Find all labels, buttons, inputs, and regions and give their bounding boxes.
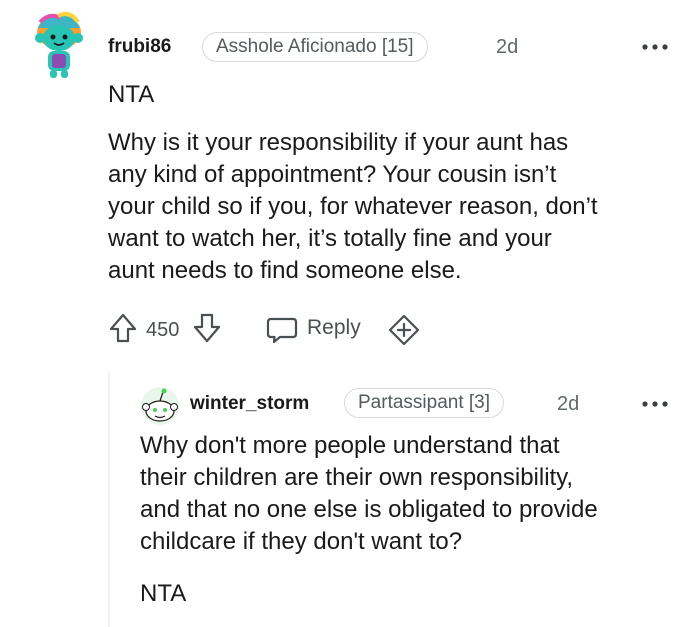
avatar[interactable]: [140, 386, 180, 426]
comment-body-line: childcare if they don't want to?: [140, 528, 463, 555]
avatar[interactable]: [30, 10, 88, 80]
add-award-icon: [388, 314, 420, 346]
more-options-button[interactable]: [642, 38, 668, 56]
comment-verdict: NTA: [108, 81, 155, 108]
speech-bubble-icon: [266, 317, 298, 344]
comment-username[interactable]: winter_storm: [190, 393, 309, 415]
more-horizontal-icon: [642, 401, 668, 407]
thread-line[interactable]: [108, 372, 110, 627]
comment-body-line: and that no one else is obligated to pro…: [140, 496, 598, 523]
comment-body-line: their children are their own responsibil…: [140, 464, 574, 491]
comment-body: Why is it your responsibility if your au…: [108, 127, 668, 287]
comment-body-line: any kind of appointment? Your cousin isn…: [108, 161, 557, 188]
user-flair: Partassipant [3]: [344, 388, 505, 418]
reply-button[interactable]: Reply: [266, 313, 376, 345]
comment-timestamp: 2d: [496, 36, 519, 58]
more-horizontal-icon: [642, 44, 668, 50]
more-options-button[interactable]: [642, 395, 668, 413]
downvote-arrow-icon: [193, 313, 221, 343]
comment-body: Why don't more people understand that th…: [140, 430, 685, 558]
comment-body-line: aunt needs to find someone else.: [108, 257, 462, 284]
comment-body-line: your child so if you, for whatever reaso…: [108, 193, 598, 220]
reply-label: Reply: [307, 316, 361, 339]
comment-body-line: Why is it your responsibility if your au…: [108, 129, 569, 156]
give-award-button[interactable]: [388, 314, 420, 351]
upvote-arrow-icon: [109, 313, 137, 343]
snoo-avatar-icon: [141, 387, 179, 425]
comment-body-line: Why don't more people understand that: [140, 432, 560, 459]
downvote-button[interactable]: [192, 312, 222, 349]
user-flair: Asshole Aficionado [15]: [202, 32, 428, 62]
comment-timestamp: 2d: [557, 393, 580, 415]
comment-body-line: want to watch her, it’s totally fine and…: [108, 225, 552, 252]
comment-verdict: NTA: [140, 580, 187, 607]
comment-username[interactable]: frubi86: [108, 36, 171, 58]
upvote-button[interactable]: [108, 312, 138, 349]
vote-count: 450: [146, 319, 180, 341]
snoo-avatar-icon: [35, 12, 83, 78]
